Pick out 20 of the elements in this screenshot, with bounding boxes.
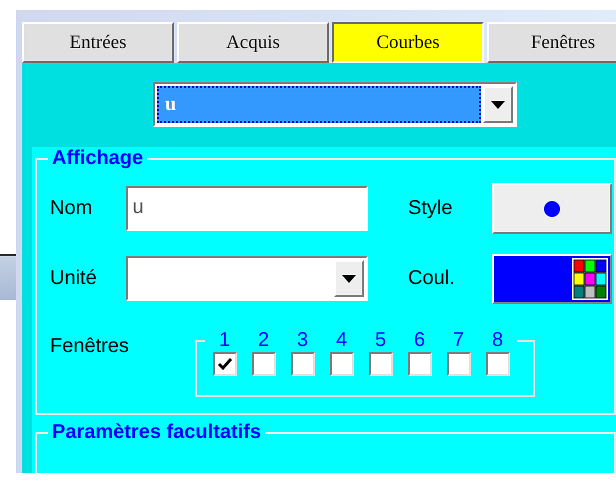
checkbox-label: 6 <box>412 329 426 352</box>
tab[interactable]: Fenêtres <box>487 22 616 63</box>
group-title: Affichage <box>51 147 144 170</box>
checkbox-label: 1 <box>218 329 232 352</box>
checkbox-label: 5 <box>374 329 388 352</box>
color-label: Coul. <box>408 267 456 290</box>
tab[interactable]: Acquis <box>177 22 329 63</box>
checkbox-label: 8 <box>490 329 504 352</box>
checkbox-label: 7 <box>452 329 466 352</box>
group-title: Paramètres facultatifs <box>51 421 262 444</box>
style-label: Style <box>408 197 454 220</box>
tab[interactable]: Courbes <box>332 22 484 63</box>
name-label: Nom <box>50 197 94 220</box>
tab[interactable]: Entrées <box>22 22 174 63</box>
name-field[interactable]: u <box>126 186 368 231</box>
checkbox-label: 3 <box>296 329 310 352</box>
unit-label: Unité <box>50 267 98 290</box>
checkbox-label: 4 <box>334 329 348 352</box>
checkbox-label: 2 <box>256 329 270 352</box>
windows-label: Fenêtres <box>50 334 130 358</box>
